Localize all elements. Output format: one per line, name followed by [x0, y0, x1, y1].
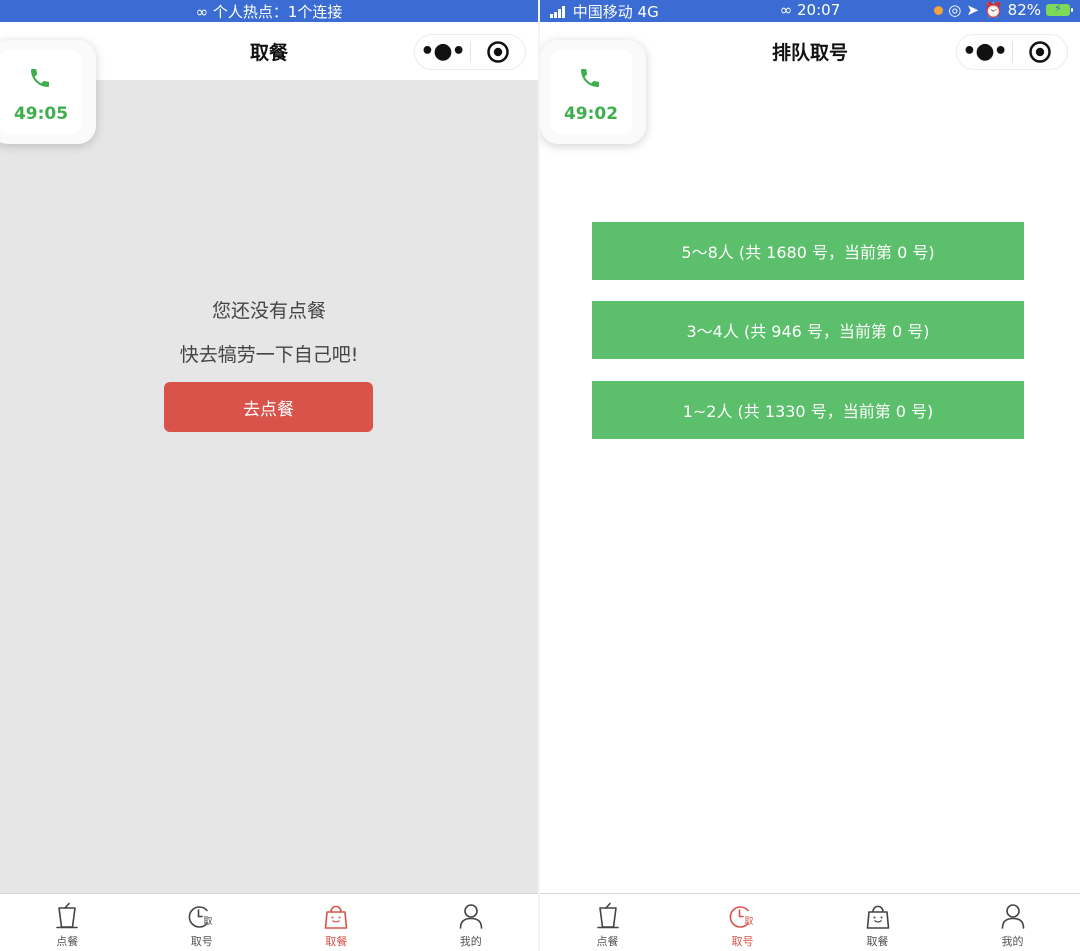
tab-label: 取餐: [325, 935, 348, 948]
clock-ticket-icon: 取: [729, 906, 753, 928]
hotspot-status: ∞ 个人热点：1个连接: [0, 1, 538, 22]
call-float-window[interactable]: 49:05: [0, 40, 96, 144]
tab-pickup[interactable]: 取餐: [810, 894, 945, 951]
status-bar: ∞ 个人热点：1个连接: [0, 0, 538, 22]
tab-label: 我的: [459, 935, 482, 948]
queue-3-4-button[interactable]: 3～4人 (共 946 号，当前第 0 号): [592, 301, 1024, 359]
status-bar: 中国移动 4G ∞ 20:07 ◎ ➤ ⏰ 82% ⚡: [540, 0, 1080, 22]
link-icon: ∞: [779, 1, 793, 19]
bag-icon: [324, 905, 348, 929]
clock-ticket-icon: 取: [188, 906, 212, 928]
cup-icon: [56, 902, 79, 929]
battery-icon: ⚡: [1046, 2, 1073, 16]
tab-order[interactable]: 点餐: [540, 894, 675, 951]
call-float-inner: 49:05: [0, 50, 82, 134]
clock-text: 20:07: [797, 1, 841, 19]
go-order-button[interactable]: 去点餐: [164, 382, 373, 432]
tab-label: 取号: [190, 935, 213, 948]
tab-bar: 点餐 取 取号 取餐 我的: [540, 893, 1080, 951]
tab-order[interactable]: 点餐: [0, 894, 135, 951]
tab-mine[interactable]: 我的: [945, 894, 1080, 951]
miniprogram-capsule: •●•: [956, 34, 1068, 70]
recording-dot-icon: [934, 5, 944, 15]
user-icon: [1001, 904, 1024, 929]
tab-label: 点餐: [56, 935, 79, 948]
user-icon: [459, 904, 483, 929]
call-timer: 49:02: [563, 104, 619, 124]
bag-icon: [866, 905, 889, 929]
more-menu-button[interactable]: •●•: [957, 41, 1012, 63]
tab-mine[interactable]: 我的: [404, 894, 539, 951]
battery-status: ◎ ➤ ⏰ 82% ⚡: [934, 1, 1073, 19]
location-icon: ➤: [966, 1, 979, 19]
tab-bar: 点餐 取 取号 取餐 我的: [0, 893, 538, 951]
left-screen-pickup: ∞ 个人热点：1个连接 取餐 •●• 49:05 您还没有点餐 快去犒劳一下自己…: [0, 0, 538, 951]
tab-take-number[interactable]: 取 取号: [675, 894, 810, 951]
call-float-window[interactable]: 49:02: [540, 40, 646, 144]
tab-label: 点餐: [596, 935, 619, 948]
right-screen-queue: 中国移动 4G ∞ 20:07 ◎ ➤ ⏰ 82% ⚡ 排队取号 •●• 49:…: [540, 0, 1080, 951]
battery-percent: 82%: [1007, 1, 1041, 19]
queue-5-8-button[interactable]: 5～8人 (共 1680 号，当前第 0 号): [592, 222, 1024, 280]
lock-rotation-icon: ◎: [948, 1, 962, 19]
empty-state-subtitle: 快去犒劳一下自己吧!: [179, 344, 359, 366]
target-icon: [1029, 41, 1051, 63]
close-miniprogram-button[interactable]: [471, 40, 525, 64]
alarm-icon: ⏰: [983, 1, 1003, 19]
close-miniprogram-button[interactable]: [1013, 40, 1067, 64]
queue-1-2-button[interactable]: 1~2人 (共 1330 号，当前第 0 号): [592, 381, 1024, 439]
tab-label: 取餐: [866, 935, 889, 948]
call-timer: 49:05: [13, 104, 69, 124]
tab-label: 我的: [1001, 935, 1024, 948]
svg-text:取: 取: [203, 916, 212, 927]
empty-state-title: 您还没有点餐: [211, 300, 326, 322]
cup-icon: [596, 902, 619, 929]
hotspot-text: 个人热点：1个连接: [212, 3, 343, 21]
target-icon: [487, 41, 509, 63]
tab-pickup[interactable]: 取餐: [269, 894, 404, 951]
miniprogram-capsule: •●•: [414, 34, 526, 70]
more-menu-button[interactable]: •●•: [415, 41, 470, 63]
phone-icon: [31, 69, 49, 87]
tab-take-number[interactable]: 取 取号: [135, 894, 270, 951]
tab-label: 取号: [731, 935, 754, 948]
link-icon: ∞: [195, 3, 209, 21]
svg-text:取: 取: [744, 916, 753, 927]
call-float-inner: 49:02: [550, 50, 632, 134]
phone-icon: [581, 69, 599, 87]
